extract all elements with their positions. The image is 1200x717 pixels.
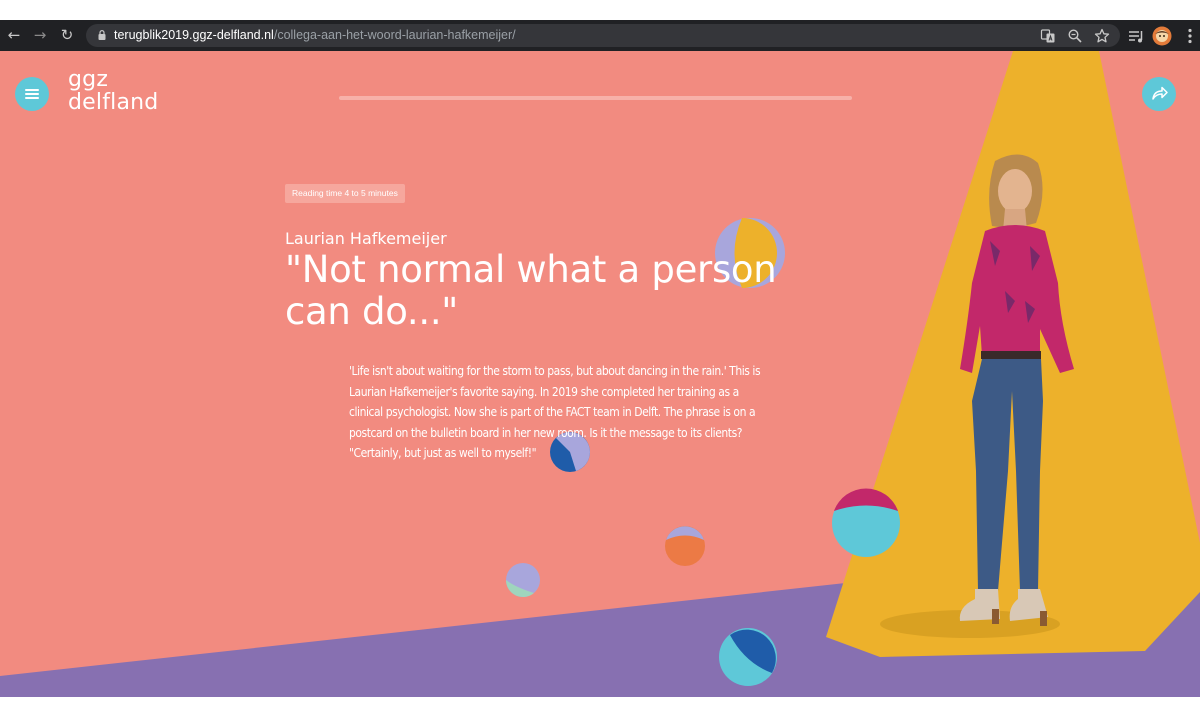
browser-toolbar: ← → ↻ terugblik2019.ggz-delfland.nl/coll… (0, 20, 1200, 51)
star-icon[interactable] (1094, 28, 1110, 44)
ball-mint (505, 563, 540, 598)
address-bar[interactable]: terugblik2019.ggz-delfland.nl/collega-aa… (86, 24, 1120, 47)
more-menu-icon[interactable] (1181, 27, 1199, 45)
hamburger-icon (25, 93, 39, 95)
article-intro: 'Life isn't about waiting for the storm … (349, 361, 849, 464)
reading-list-icon[interactable] (1127, 27, 1145, 45)
screen: ← → ↻ terugblik2019.ggz-delfland.nl/coll… (0, 0, 1200, 717)
intro-line: 'Life isn't about waiting for the storm … (349, 364, 761, 378)
hamburger-icon (25, 97, 39, 99)
logo-line-2: delfland (68, 90, 159, 115)
url-host: terugblik2019.ggz-delfland.nl (114, 28, 274, 42)
site-logo[interactable]: ggz delfland (68, 68, 158, 114)
intro-line: postcard on the bulletin board in her ne… (349, 425, 743, 440)
article-title-line-2: can do..." (285, 290, 459, 333)
screen-top-margin (0, 0, 1200, 20)
intro-line: clinical psychologist. Now she is part o… (349, 405, 756, 419)
reading-progress-bar (339, 96, 852, 100)
intro-line: "Certainly, but just as well to myself!" (349, 446, 537, 460)
logo-line-1: ggz (68, 67, 109, 92)
address-bar-url[interactable]: terugblik2019.ggz-delfland.nl/collega-aa… (114, 24, 516, 47)
forward-arrow-icon[interactable]: → (28, 20, 52, 51)
profile-avatar[interactable] (1152, 26, 1172, 46)
ball-orange (665, 526, 705, 566)
translate-icon[interactable] (1040, 28, 1056, 44)
hamburger-icon (25, 89, 39, 91)
ball-cyan-magenta (832, 488, 900, 557)
reload-icon[interactable]: ↻ (55, 20, 79, 51)
zoom-icon[interactable] (1067, 28, 1083, 44)
ball-bottom-blue (719, 628, 777, 686)
share-arrow-icon (1152, 86, 1168, 100)
intro-line: Laurian Hafkemeijer's favorite saying. I… (349, 384, 739, 399)
url-path: /collega-aan-het-woord-laurian-hafkemeij… (273, 28, 516, 42)
share-button[interactable] (1142, 77, 1176, 111)
back-arrow-icon[interactable]: ← (2, 20, 26, 51)
article-title: "Not normal what a person can do..." (285, 249, 845, 333)
author-name: Laurian Hafkemeijer (285, 229, 447, 248)
article-title-line-1: "Not normal what a person (285, 248, 777, 291)
lock-icon (98, 30, 106, 40)
page-viewport: ggz delfland Reading time 4 to 5 minutes… (0, 51, 1200, 697)
screen-bottom-margin (0, 697, 1200, 717)
reading-time-badge: Reading time 4 to 5 minutes (285, 184, 405, 203)
menu-button[interactable] (15, 77, 49, 111)
